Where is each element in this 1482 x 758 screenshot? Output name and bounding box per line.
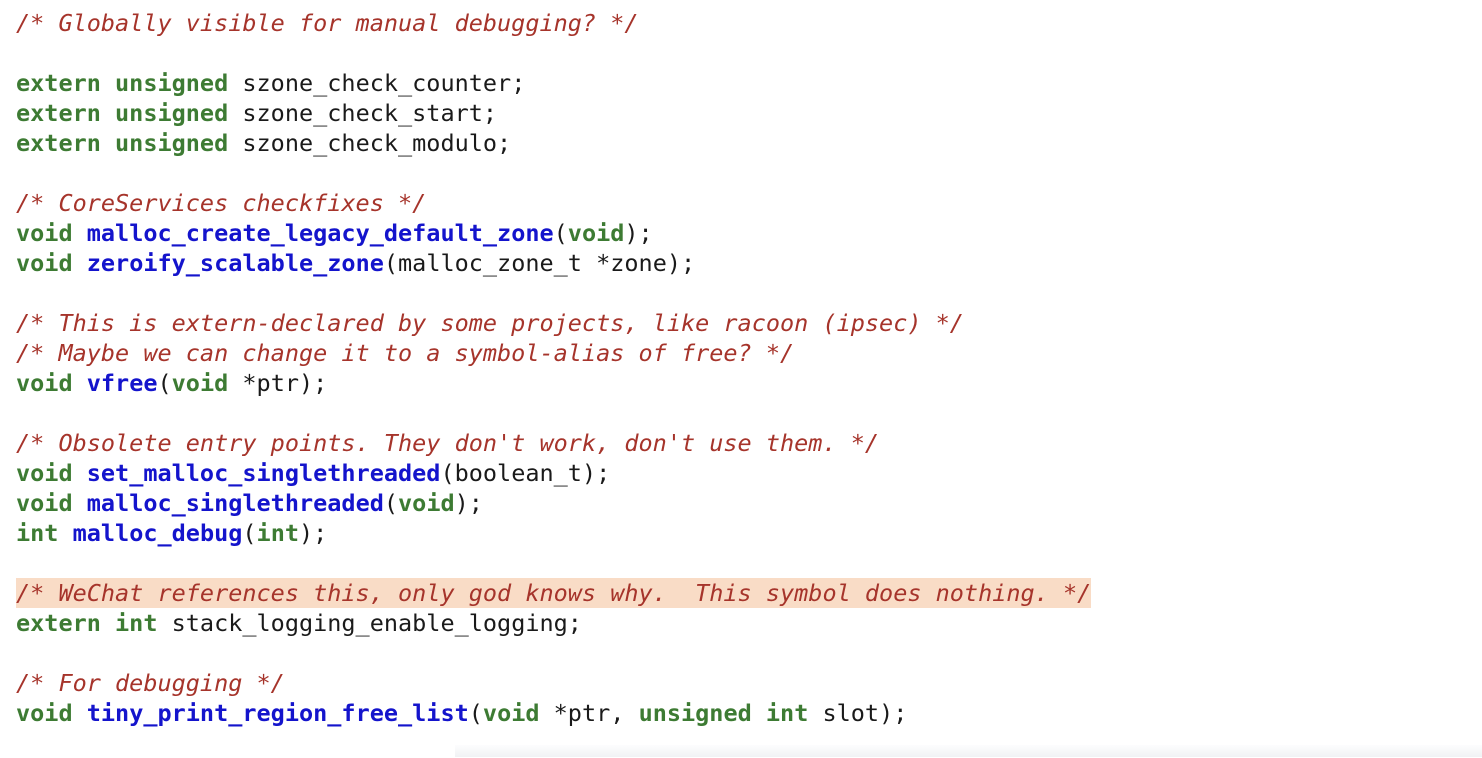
token-keyword: void: [16, 369, 73, 397]
token-keyword: extern unsigned: [16, 99, 229, 127]
token-plain: (: [553, 219, 568, 247]
token-comment: /* CoreServices checkfixes */: [16, 189, 427, 217]
token-func: vfree: [86, 369, 158, 397]
token-keyword: void: [482, 699, 540, 727]
token-keyword: void: [171, 369, 229, 397]
token-keyword: void: [16, 699, 73, 727]
token-func: tiny_print_region_free_list: [86, 699, 469, 727]
code-line: /* This is extern-declared by some proje…: [16, 308, 1482, 338]
token-comment: /* Maybe we can change it to a symbol-al…: [16, 339, 795, 367]
token-plain: *ptr,: [539, 699, 639, 727]
code-viewer[interactable]: /* Globally visible for manual debugging…: [0, 0, 1482, 758]
code-line: extern unsigned szone_check_counter;: [16, 68, 1482, 98]
token-plain: stack_logging_enable_logging;: [157, 609, 582, 637]
token-plain: (: [383, 489, 399, 517]
token-plain: (boolean_t);: [440, 459, 611, 487]
token-plain: szone_check_modulo;: [228, 129, 512, 157]
token-keyword: void: [16, 489, 73, 517]
code-line: /* For debugging */: [16, 668, 1482, 698]
token-comment: /* WeChat references this, only god know…: [16, 579, 1092, 607]
token-plain: (malloc_zone_t *zone);: [383, 249, 696, 277]
token-plain: slot);: [808, 699, 908, 727]
token-plain: );: [299, 519, 328, 547]
token-keyword: void: [398, 489, 455, 517]
code-line: void zeroify_scalable_zone(malloc_zone_t…: [16, 248, 1482, 278]
code-line: /* Obsolete entry points. They don't wor…: [16, 428, 1482, 458]
token-plain: szone_check_start;: [228, 99, 498, 127]
token-keyword: int: [256, 519, 299, 547]
code-line: extern unsigned szone_check_start;: [16, 98, 1482, 128]
token-comment: /* For debugging */: [16, 669, 285, 697]
token-func: malloc_debug: [72, 519, 243, 547]
code-line: void tiny_print_region_free_list(void *p…: [16, 698, 1482, 728]
highlighted-comment: /* WeChat references this, only god know…: [16, 578, 1092, 608]
code-line: void set_malloc_singlethreaded(boolean_t…: [16, 458, 1482, 488]
token-comment: /* Obsolete entry points. They don't wor…: [16, 429, 880, 457]
token-plain: (: [242, 519, 257, 547]
token-func: zeroify_scalable_zone: [86, 249, 384, 277]
token-plain: *ptr);: [228, 369, 328, 397]
token-keyword: void: [16, 249, 73, 277]
token-keyword: extern unsigned: [16, 129, 229, 157]
token-keyword: extern unsigned: [16, 69, 229, 97]
token-comment: /* Globally visible for manual debugging…: [16, 9, 639, 37]
code-line: /* Maybe we can change it to a symbol-al…: [16, 338, 1482, 368]
token-plain: (: [468, 699, 483, 727]
horizontal-scrollbar-thumb[interactable]: [455, 745, 1482, 757]
code-line: int malloc_debug(int);: [16, 518, 1482, 548]
code-line: extern unsigned szone_check_modulo;: [16, 128, 1482, 158]
token-comment: /* This is extern-declared by some proje…: [16, 309, 964, 337]
token-keyword: void: [567, 219, 625, 247]
code-line: void vfree(void *ptr);: [16, 368, 1482, 398]
token-keyword: void: [16, 459, 73, 487]
token-plain: );: [624, 219, 653, 247]
code-line: void malloc_create_legacy_default_zone(v…: [16, 218, 1482, 248]
code-lines-container[interactable]: /* Globally visible for manual debugging…: [16, 8, 1482, 728]
code-line: /* WeChat references this, only god know…: [16, 578, 1482, 608]
token-keyword: void: [16, 219, 73, 247]
code-line: /* CoreServices checkfixes */: [16, 188, 1482, 218]
token-plain: (: [157, 369, 172, 397]
token-func: malloc_create_legacy_default_zone: [86, 219, 554, 247]
horizontal-scrollbar-track[interactable]: [0, 744, 1482, 758]
code-line: void malloc_singlethreaded(void);: [16, 488, 1482, 518]
token-func: set_malloc_singlethreaded: [86, 459, 441, 487]
token-func: malloc_singlethreaded: [86, 489, 384, 517]
token-keyword: unsigned int: [638, 699, 809, 727]
token-plain: szone_check_counter;: [228, 69, 526, 97]
code-line: /* Globally visible for manual debugging…: [16, 8, 1482, 38]
token-keyword: extern int: [16, 609, 158, 637]
token-keyword: int: [16, 519, 59, 547]
code-line: extern int stack_logging_enable_logging;: [16, 608, 1482, 638]
token-plain: );: [454, 489, 483, 517]
